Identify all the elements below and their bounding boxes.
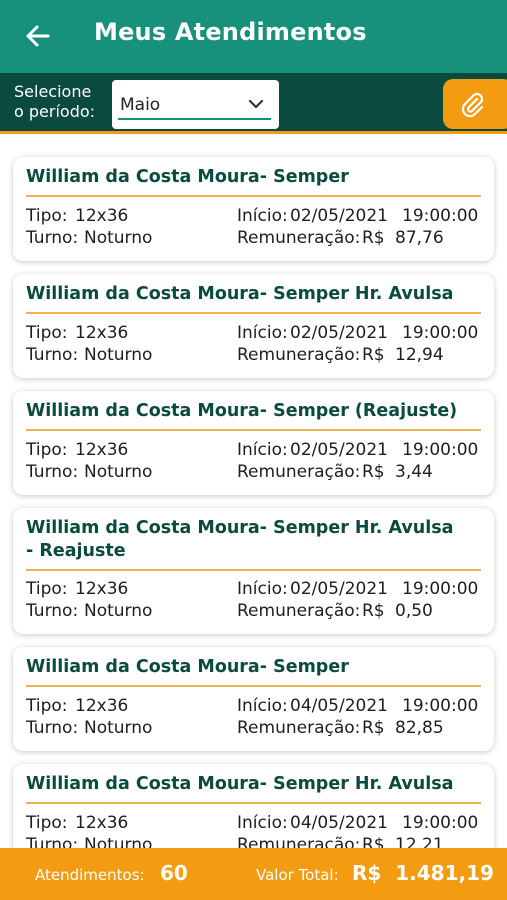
tipo-value: 12x36 <box>75 579 129 599</box>
inicio-label: Início: <box>237 813 288 833</box>
record-card[interactable]: William da Costa Moura- Semper Hr. Avuls… <box>13 764 494 848</box>
inicio-time: 19:00:00 <box>402 813 479 833</box>
currency: R$ <box>362 345 385 365</box>
record-card[interactable]: William da Costa Moura- Semper Hr. Avuls… <box>13 508 494 634</box>
inicio-date: 02/05/2021 <box>290 440 388 460</box>
records-list[interactable]: William da Costa Moura- Semper Tipo: 12x… <box>0 137 507 848</box>
turno-value: Noturno <box>84 835 153 848</box>
summary-footer: Atendimentos: 60 Valor Total: R$ 1.481,1… <box>0 848 507 900</box>
record-card[interactable]: William da Costa Moura- Semper Hr. Avuls… <box>13 274 494 378</box>
inicio-time: 19:00:00 <box>402 696 479 716</box>
turno-value: Noturno <box>84 345 153 365</box>
tipo-value: 12x36 <box>75 323 129 343</box>
arrow-left-icon <box>26 25 50 47</box>
turno-label: Turno: <box>26 835 79 848</box>
remuneracao-label: Remuneração: <box>237 228 361 248</box>
tipo-label: Tipo: <box>26 440 68 460</box>
record-divider <box>26 569 481 571</box>
inicio-date: 02/05/2021 <box>290 206 388 226</box>
inicio-label: Início: <box>237 323 288 343</box>
record-title: William da Costa Moura- Semper <box>26 657 349 677</box>
period-label-line2: o período: <box>14 102 96 121</box>
inicio-date: 04/05/2021 <box>290 813 388 833</box>
record-divider <box>26 195 481 197</box>
remuneracao-label: Remuneração: <box>237 462 361 482</box>
currency: R$ <box>362 601 385 621</box>
total-label: Valor Total: <box>256 866 339 884</box>
amount: 87,76 <box>395 228 444 248</box>
turno-value: Noturno <box>84 601 153 621</box>
period-label: Selecione o período: <box>14 82 106 122</box>
inicio-label: Início: <box>237 206 288 226</box>
count-value: 60 <box>160 861 188 885</box>
tipo-value: 12x36 <box>75 813 129 833</box>
remuneracao-label: Remuneração: <box>237 601 361 621</box>
select-underline <box>118 118 271 120</box>
turno-value: Noturno <box>84 718 153 738</box>
tipo-label: Tipo: <box>26 579 68 599</box>
tipo-label: Tipo: <box>26 696 68 716</box>
tipo-label: Tipo: <box>26 323 68 343</box>
inicio-time: 19:00:00 <box>402 440 479 460</box>
turno-value: Noturno <box>84 228 153 248</box>
record-divider <box>26 685 481 687</box>
inicio-time: 19:00:00 <box>402 206 479 226</box>
period-select[interactable]: Maio <box>112 80 279 129</box>
currency: R$ <box>362 462 385 482</box>
tipo-label: Tipo: <box>26 813 68 833</box>
total-value: R$ 1.481,19 <box>352 861 494 885</box>
record-card[interactable]: William da Costa Moura- Semper (Reajuste… <box>13 391 494 495</box>
app-bar: Meus Atendimentos <box>0 0 507 73</box>
record-card[interactable]: William da Costa Moura- Semper Tipo: 12x… <box>13 157 494 261</box>
record-title: William da Costa Moura- Semper Hr. Avuls… <box>26 774 454 794</box>
inicio-label: Início: <box>237 696 288 716</box>
turno-label: Turno: <box>26 462 79 482</box>
count-label: Atendimentos: <box>35 866 145 884</box>
tipo-value: 12x36 <box>75 696 129 716</box>
remuneracao-label: Remuneração: <box>237 835 361 848</box>
inicio-label: Início: <box>237 579 288 599</box>
page-title: Meus Atendimentos <box>94 18 367 46</box>
record-divider <box>26 429 481 431</box>
record-title: William da Costa Moura- Semper Hr. Avuls… <box>26 284 454 304</box>
record-title: William da Costa Moura- Semper (Reajuste… <box>26 401 458 421</box>
period-label-line1: Selecione <box>14 82 92 101</box>
currency: R$ <box>362 835 385 848</box>
paperclip-icon <box>461 92 484 118</box>
turno-label: Turno: <box>26 718 79 738</box>
inicio-date: 04/05/2021 <box>290 696 388 716</box>
record-divider <box>26 802 481 804</box>
chevron-down-icon <box>248 99 264 109</box>
tipo-label: Tipo: <box>26 206 68 226</box>
amount: 82,85 <box>395 718 444 738</box>
turno-label: Turno: <box>26 601 79 621</box>
amount: 12,94 <box>395 345 444 365</box>
turno-value: Noturno <box>84 462 153 482</box>
tipo-value: 12x36 <box>75 206 129 226</box>
turno-label: Turno: <box>26 345 79 365</box>
inicio-time: 19:00:00 <box>402 579 479 599</box>
attach-button[interactable] <box>443 79 507 129</box>
period-select-value: Maio <box>120 95 161 115</box>
currency: R$ <box>362 228 385 248</box>
record-card[interactable]: William da Costa Moura- Semper Tipo: 12x… <box>13 647 494 751</box>
currency: R$ <box>362 718 385 738</box>
inicio-date: 02/05/2021 <box>290 579 388 599</box>
inicio-label: Início: <box>237 440 288 460</box>
remuneracao-label: Remuneração: <box>237 718 361 738</box>
amount: 0,50 <box>395 601 433 621</box>
record-title: William da Costa Moura- Semper <box>26 167 349 187</box>
amount: 12,21 <box>395 835 444 848</box>
record-divider <box>26 312 481 314</box>
inicio-date: 02/05/2021 <box>290 323 388 343</box>
period-filter-bar: Selecione o período: Maio <box>0 73 507 134</box>
remuneracao-label: Remuneração: <box>237 345 361 365</box>
back-button[interactable] <box>24 21 52 51</box>
record-title: William da Costa Moura- Semper Hr. Avuls… <box>26 518 454 561</box>
tipo-value: 12x36 <box>75 440 129 460</box>
inicio-time: 19:00:00 <box>402 323 479 343</box>
turno-label: Turno: <box>26 228 79 248</box>
amount: 3,44 <box>395 462 433 482</box>
